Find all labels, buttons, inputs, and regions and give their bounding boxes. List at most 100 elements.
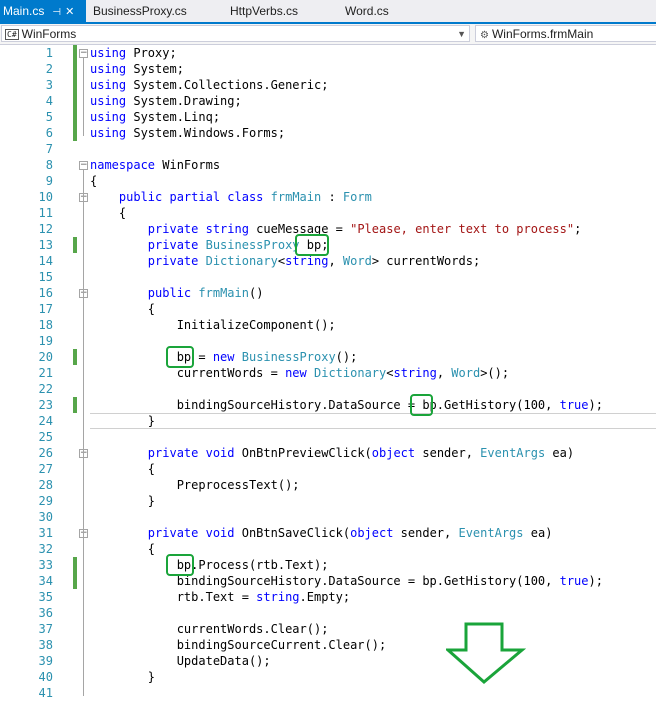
csharp-project-icon: C# (5, 29, 19, 40)
line-number: 27 (38, 462, 53, 476)
code-line[interactable]: 36 (0, 605, 656, 621)
line-number: 31 (38, 526, 53, 540)
code-line[interactable]: 6 using System.Windows.Forms; (0, 125, 656, 141)
line-number: 38 (38, 638, 53, 652)
change-marker (73, 237, 77, 253)
code-line[interactable]: 21 currentWords = new Dictionary<string,… (0, 365, 656, 381)
code-line[interactable]: 7 (0, 141, 656, 157)
line-number: 40 (38, 670, 53, 684)
code-line[interactable]: 1 − using Proxy; (0, 45, 656, 61)
code-line[interactable]: 30 (0, 509, 656, 525)
close-icon[interactable]: ✕ (65, 6, 74, 18)
chevron-down-icon[interactable]: ▼ (457, 26, 466, 43)
code-line[interactable]: 3 using System.Collections.Generic; (0, 77, 656, 93)
code-line[interactable]: 25 (0, 429, 656, 445)
outline-guide (83, 298, 84, 424)
code-line[interactable]: 17 { (0, 301, 656, 317)
code-line[interactable]: 15 (0, 269, 656, 285)
code-text: bp.Process(rtb.Text); (90, 558, 329, 572)
line-number: 3 (45, 78, 53, 92)
tab-label: HttpVerbs.cs (230, 4, 299, 18)
type-dropdown[interactable]: ⚙ WinForms.frmMain (475, 25, 656, 42)
line-number: 22 (38, 382, 53, 396)
code-line[interactable]: 37 currentWords.Clear(); (0, 621, 656, 637)
code-line[interactable]: 14 private Dictionary<string, Word> curr… (0, 253, 656, 269)
code-text: using System; (90, 62, 184, 76)
line-number: 18 (38, 318, 53, 332)
code-line[interactable]: 38 bindingSourceCurrent.Clear(); (0, 637, 656, 653)
code-text: private string cueMessage = "Please, ent… (147, 222, 582, 236)
code-text: } (90, 494, 156, 508)
line-number: 4 (45, 94, 53, 108)
line-number: 2 (45, 62, 53, 76)
code-line[interactable]: 34 bindingSourceHistory.DataSource = bp.… (0, 573, 656, 589)
code-text: using System.Windows.Forms; (90, 126, 286, 140)
code-line[interactable]: 35 rtb.Text = string.Empty; (0, 589, 656, 605)
tab-word-cs[interactable]: Word.cs (345, 0, 389, 22)
line-number: 23 (38, 398, 53, 412)
code-line[interactable]: 8 − namespace WinForms (0, 157, 656, 173)
code-line[interactable]: 27 { (0, 461, 656, 477)
tab-httpverbs-cs[interactable]: HttpVerbs.cs (230, 0, 298, 22)
change-marker (73, 109, 77, 125)
code-line[interactable]: 9{ (0, 173, 656, 189)
code-line[interactable]: 18 InitializeComponent(); (0, 317, 656, 333)
line-number: 20 (38, 350, 53, 364)
project-name: WinForms (21, 27, 77, 41)
code-text: bindingSourceHistory.DataSource = bp.Get… (90, 398, 603, 412)
pin-icon[interactable]: ⊣ (52, 7, 61, 18)
line-number: 7 (45, 142, 53, 156)
code-line[interactable]: 11 { (0, 205, 656, 221)
line-number: 35 (38, 590, 53, 604)
project-dropdown[interactable]: C# WinForms ▼ (1, 25, 470, 42)
code-line[interactable]: 41 (0, 685, 656, 701)
code-line[interactable]: 22 (0, 381, 656, 397)
line-number: 30 (38, 510, 53, 524)
line-number: 36 (38, 606, 53, 620)
change-marker (73, 125, 77, 141)
code-line[interactable]: 29 } (0, 493, 656, 509)
code-line[interactable]: 32 { (0, 541, 656, 557)
code-line[interactable]: 5 using System.Linq; (0, 109, 656, 125)
code-line[interactable]: 39 UpdateData(); (0, 653, 656, 669)
code-line[interactable]: 19 (0, 333, 656, 349)
highlight-box (410, 394, 433, 416)
tab-main-cs[interactable]: Main.cs ⊣ ✕ (0, 0, 86, 22)
code-text: { (90, 462, 156, 476)
current-line-indicator (90, 413, 656, 429)
highlight-box (166, 554, 194, 576)
code-line[interactable]: 28 PreprocessText(); (0, 477, 656, 493)
code-text: currentWords = new Dictionary<string, Wo… (90, 366, 510, 380)
line-number: 19 (38, 334, 53, 348)
code-line[interactable]: 40 } (0, 669, 656, 685)
down-arrow-icon (446, 622, 526, 684)
change-marker (73, 557, 77, 573)
tab-label: BusinessProxy.cs (93, 4, 187, 18)
code-text: private BusinessProxy bp; (147, 238, 329, 252)
code-line[interactable]: 33 bp.Process(rtb.Text); (0, 557, 656, 573)
change-marker (73, 61, 77, 77)
code-line[interactable]: 31− private void OnBtnSaveClick(object s… (0, 525, 656, 541)
code-line[interactable]: 2 using System; (0, 61, 656, 77)
code-line[interactable]: 26− private void OnBtnPreviewClick(objec… (0, 445, 656, 461)
code-text: PreprocessText(); (90, 478, 300, 492)
code-line[interactable]: 4 using System.Drawing; (0, 93, 656, 109)
code-line[interactable]: 23 bindingSourceHistory.DataSource = bp.… (0, 397, 656, 413)
type-name: WinForms.frmMain (491, 27, 594, 41)
collapse-icon[interactable]: − (79, 49, 88, 58)
code-text: namespace WinForms (90, 158, 221, 172)
collapse-icon[interactable]: − (79, 161, 88, 170)
class-icon: ⚙ (480, 30, 489, 41)
code-line[interactable]: 20 bp = new BusinessProxy(); (0, 349, 656, 365)
code-line[interactable]: 16− public frmMain() (0, 285, 656, 301)
code-text: rtb.Text = string.Empty; (90, 590, 351, 604)
code-text: } (90, 670, 156, 684)
code-editor[interactable]: 1− using Proxy; 2 using System; 3 using Syste… (0, 45, 656, 700)
code-text: bp = new BusinessProxy(); (90, 350, 358, 364)
line-number: 14 (38, 254, 53, 268)
tab-businessproxy-cs[interactable]: BusinessProxy.cs (93, 0, 187, 22)
code-text: currentWords.Clear(); (90, 622, 329, 636)
outline-guide (83, 458, 84, 504)
line-number: 28 (38, 478, 53, 492)
code-line[interactable]: 10− public partial class frmMain : Form (0, 189, 656, 205)
